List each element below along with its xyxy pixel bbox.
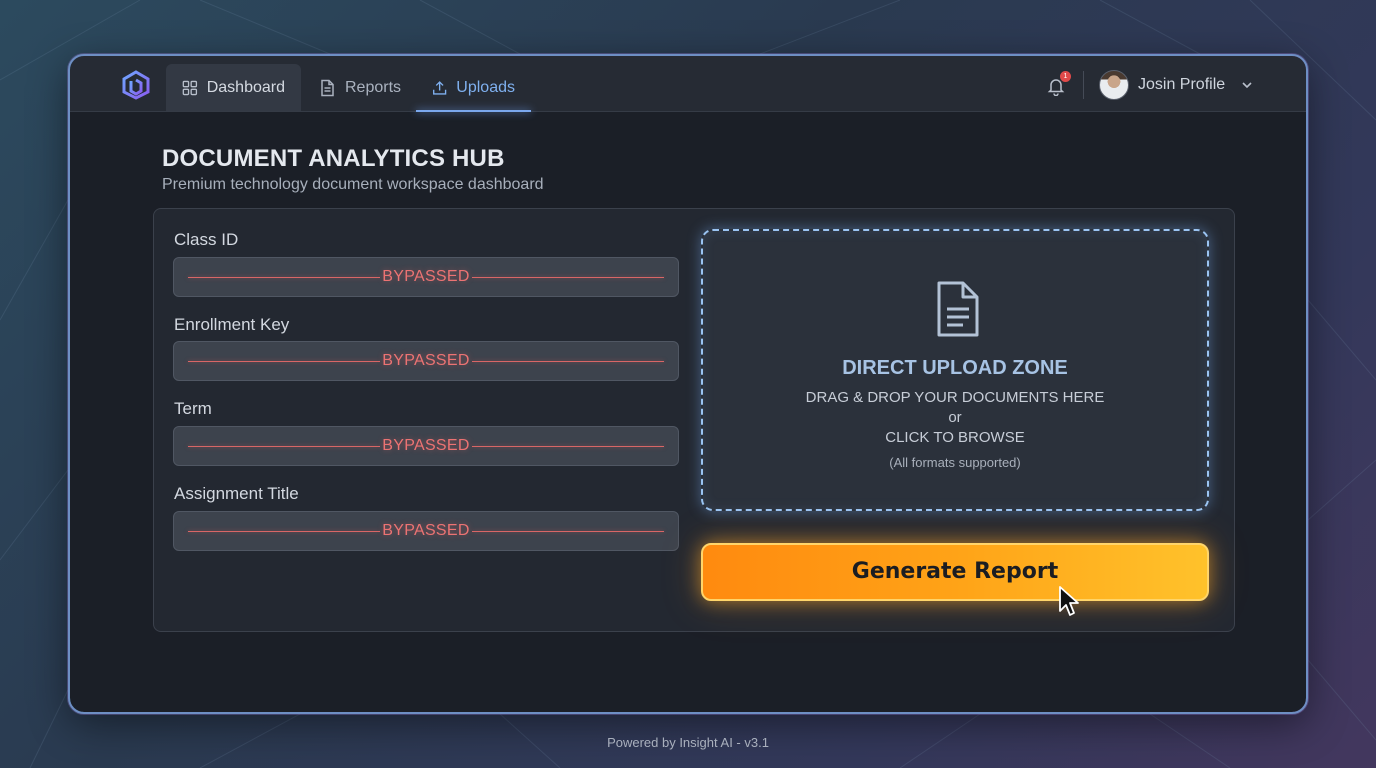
strike-line [188, 276, 381, 278]
strike-line [471, 276, 665, 278]
nav-tab-reports[interactable]: Reports [302, 64, 417, 111]
strike-line [471, 360, 665, 362]
topbar-divider [1083, 71, 1084, 99]
strike-line [471, 530, 665, 532]
document-icon [321, 79, 334, 96]
strike-line [188, 530, 381, 532]
term-input[interactable]: BYPASSED [173, 426, 679, 466]
field-value: BYPASSED [382, 437, 470, 454]
notification-badge: 1 [1060, 71, 1071, 82]
page-title: DOCUMENT ANALYTICS HUB [162, 145, 505, 172]
avatar[interactable] [1099, 70, 1129, 100]
enrollment-key-input[interactable]: BYPASSED [173, 341, 679, 381]
assignment-title-input[interactable]: BYPASSED [173, 511, 679, 551]
class-id-label: Class ID [174, 230, 239, 249]
upload-icon [433, 80, 447, 95]
form-card: Class ID BYPASSED Enrollment Key BYPASSE… [153, 208, 1235, 632]
page-subtitle: Premium technology document workspace da… [162, 176, 544, 193]
mouse-cursor-icon [1059, 586, 1079, 616]
profile-name[interactable]: Josin Profile [1138, 76, 1225, 94]
browse-link[interactable]: CLICK TO BROWSE [703, 429, 1207, 446]
field-value: BYPASSED [382, 268, 470, 285]
field-value: BYPASSED [382, 352, 470, 369]
upload-formats-note: (All formats supported) [889, 455, 1021, 470]
strike-line [188, 445, 381, 447]
upload-zone-title: DIRECT UPLOAD ZONE [842, 357, 1068, 379]
enrollment-key-label: Enrollment Key [174, 315, 290, 334]
app-window: Dashboard Reports Uploads 1 Josin Profil… [68, 54, 1308, 714]
nav-tab-dashboard[interactable]: Dashboard [166, 64, 301, 111]
field-value: BYPASSED [382, 522, 470, 539]
upload-drop-zone[interactable]: DIRECT UPLOAD ZONE DRAG & DROP YOUR DOCU… [701, 229, 1209, 511]
grid-icon [182, 80, 198, 95]
nav-tab-label: Uploads [456, 78, 515, 96]
nav-tab-uploads[interactable]: Uploads [416, 64, 531, 112]
strike-line [471, 445, 665, 447]
term-label: Term [174, 399, 212, 418]
generate-report-button[interactable]: Generate Report [701, 543, 1209, 601]
upload-instruction: DRAG & DROP YOUR DOCUMENTS HERE [805, 389, 1105, 406]
class-id-input[interactable]: BYPASSED [173, 257, 679, 297]
document-icon [937, 281, 979, 337]
strike-line [188, 360, 381, 362]
upload-or: or [948, 409, 962, 426]
chevron-down-icon[interactable] [1240, 78, 1254, 92]
nav-tab-label: Dashboard [206, 78, 285, 96]
assignment-title-label: Assignment Title [174, 484, 299, 503]
app-logo-icon[interactable] [122, 70, 150, 100]
footer-text: Powered by Insight AI - v3.1 [607, 735, 769, 750]
top-navigation-bar: Dashboard Reports Uploads 1 Josin Profil… [70, 56, 1306, 112]
nav-tab-label: Reports [345, 78, 402, 96]
